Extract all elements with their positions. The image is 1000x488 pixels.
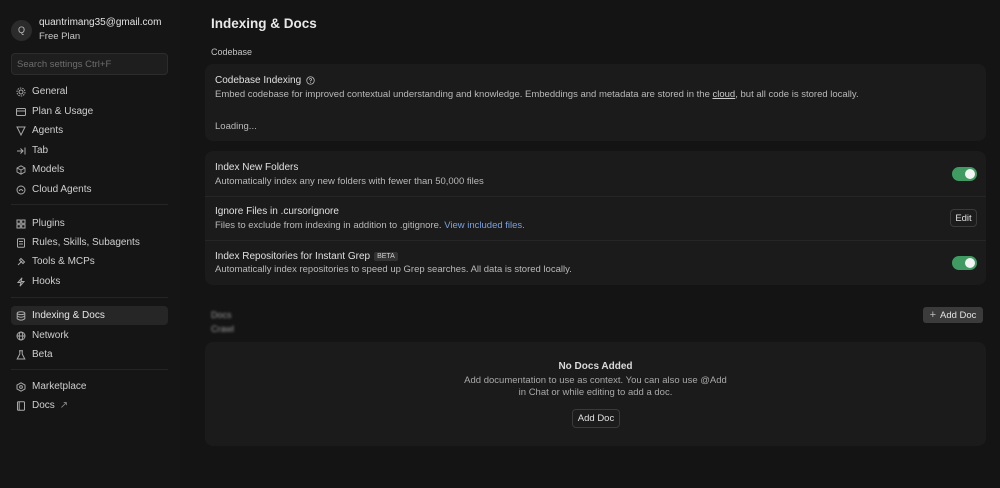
sidebar-divider: [11, 204, 168, 205]
cloud-link[interactable]: cloud: [713, 89, 736, 100]
docs-empty-card: No Docs Added Add documentation to use a…: [205, 342, 986, 446]
toggle-knob: [965, 258, 975, 268]
sidebar-item-label: Indexing & Docs: [32, 310, 105, 321]
sidebar-item-general[interactable]: General: [11, 82, 168, 101]
search-settings-input[interactable]: Search settings Ctrl+F: [11, 53, 168, 75]
page-title: Indexing & Docs: [211, 16, 317, 31]
view-included-files-link[interactable]: View included files.: [444, 220, 525, 231]
sidebar-item-label: General: [32, 86, 68, 97]
codebase-indexing-label: Codebase Indexing: [215, 75, 302, 86]
sidebar-item-marketplace[interactable]: Marketplace: [11, 377, 168, 396]
sidebar-item-label: Beta: [32, 349, 53, 360]
sidebar-item-label: Agents: [32, 125, 64, 136]
empty-state-description: Add documentation to use as context. You…: [464, 375, 727, 386]
beta-badge: BETA: [374, 252, 398, 261]
index-new-folders-toggle[interactable]: [952, 167, 977, 181]
sidebar-item-rules-skills-subagents[interactable]: Rules, Skills, Subagents: [11, 233, 168, 252]
add-doc-label: Add Doc: [940, 309, 977, 321]
section-label-docs: Docs: [211, 310, 232, 320]
instant-grep-toggle[interactable]: [952, 256, 977, 270]
indexing-settings-card: Index New Folders Automatically index an…: [205, 151, 986, 285]
globe-icon: [16, 331, 26, 341]
bolt-icon: [16, 276, 26, 287]
setting-description: Files to exclude from indexing in additi…: [215, 220, 525, 231]
document-icon: [16, 237, 26, 248]
sidebar-item-beta[interactable]: Beta: [11, 345, 168, 364]
indexing-status: Loading...: [215, 121, 257, 132]
sidebar-divider: [11, 297, 168, 298]
sidebar-item-label: Docs: [32, 400, 55, 411]
empty-state-title: No Docs Added: [558, 361, 633, 372]
description-text: Files to exclude from indexing in additi…: [215, 220, 445, 231]
gear-icon: [16, 87, 26, 97]
database-icon: [16, 310, 26, 321]
empty-state-description: in Chat or while editing to add a doc.: [518, 387, 673, 398]
help-circle-icon[interactable]: [306, 76, 315, 85]
toggle-knob: [965, 169, 975, 179]
section-sublabel-docs: Crawl: [211, 324, 235, 334]
setting-title: Index Repositories for Instant Grep BETA: [215, 251, 398, 262]
section-label-codebase: Codebase: [211, 47, 253, 57]
description-text: , but all code is stored locally.: [735, 89, 859, 100]
empty-add-doc-button[interactable]: Add Doc: [572, 409, 620, 428]
codebase-indexing-description: Embed codebase for improved contextual u…: [215, 89, 859, 100]
settings-sidebar: Q quantrimang35@gmail.com Free Plan Sear…: [0, 0, 180, 488]
flask-icon: [16, 349, 26, 360]
sidebar-item-cloud-agents[interactable]: Cloud Agents: [11, 180, 168, 199]
sidebar-item-hooks[interactable]: Hooks: [11, 272, 168, 291]
book-icon: [16, 400, 26, 411]
credit-card-icon: [16, 107, 26, 117]
account-email: quantrimang35@gmail.com: [39, 17, 162, 28]
setting-title: Ignore Files in .cursorignore: [215, 206, 339, 217]
edit-cursorignore-button[interactable]: Edit: [950, 209, 977, 227]
sidebar-item-label: Rules, Skills, Subagents: [32, 237, 140, 248]
tab-arrow-icon: [16, 146, 26, 156]
sidebar-item-models[interactable]: Models: [11, 160, 168, 179]
tools-icon: [16, 257, 26, 267]
setting-title-text: Index Repositories for Instant Grep: [215, 251, 371, 262]
cube-icon: [16, 164, 26, 175]
sidebar-item-network[interactable]: Network: [11, 326, 168, 345]
account-plan: Free Plan: [39, 31, 81, 42]
sidebar-item-indexing-docs[interactable]: Indexing & Docs: [11, 306, 168, 325]
sidebar-item-label: Plan & Usage: [32, 106, 94, 117]
plugins-icon: [16, 219, 26, 229]
sidebar-item-plan-usage[interactable]: Plan & Usage: [11, 102, 168, 121]
setting-title: Index New Folders: [215, 162, 299, 173]
description-text: Embed codebase for improved contextual u…: [215, 89, 713, 100]
row-divider: [205, 240, 986, 241]
sidebar-item-label: Tab: [32, 145, 49, 156]
sidebar-item-label: Tools & MCPs: [32, 256, 95, 267]
plus-icon: +: [929, 309, 936, 321]
sidebar-item-docs[interactable]: Docs ↗: [11, 396, 168, 415]
codebase-indexing-title: Codebase Indexing: [215, 75, 315, 86]
account-header[interactable]: Q quantrimang35@gmail.com Free Plan: [11, 16, 161, 44]
sidebar-item-label: Network: [32, 330, 69, 341]
sidebar-item-tools-mcps[interactable]: Tools & MCPs: [11, 252, 168, 271]
row-divider: [205, 196, 986, 197]
sidebar-item-label: Marketplace: [32, 381, 87, 392]
sidebar-divider: [11, 369, 168, 370]
marketplace-icon: [16, 381, 26, 392]
sidebar-item-label: Hooks: [32, 276, 61, 287]
add-doc-button[interactable]: + Add Doc: [923, 307, 983, 323]
setting-description: Automatically index any new folders with…: [215, 176, 484, 187]
sidebar-item-label: Models: [32, 164, 65, 175]
agents-icon: [16, 126, 26, 136]
sidebar-item-agents[interactable]: Agents: [11, 121, 168, 140]
avatar: Q: [11, 19, 32, 41]
codebase-indexing-card: Codebase Indexing Embed codebase for imp…: [205, 64, 986, 141]
cloud-icon: [16, 185, 26, 195]
sidebar-item-plugins[interactable]: Plugins: [11, 214, 168, 233]
sidebar-item-tab[interactable]: Tab: [11, 141, 168, 160]
sidebar-item-label: Plugins: [32, 218, 65, 229]
external-link-icon: ↗: [59, 400, 69, 411]
sidebar-item-label: Cloud Agents: [32, 184, 92, 195]
setting-description: Automatically index repositories to spee…: [215, 264, 572, 275]
